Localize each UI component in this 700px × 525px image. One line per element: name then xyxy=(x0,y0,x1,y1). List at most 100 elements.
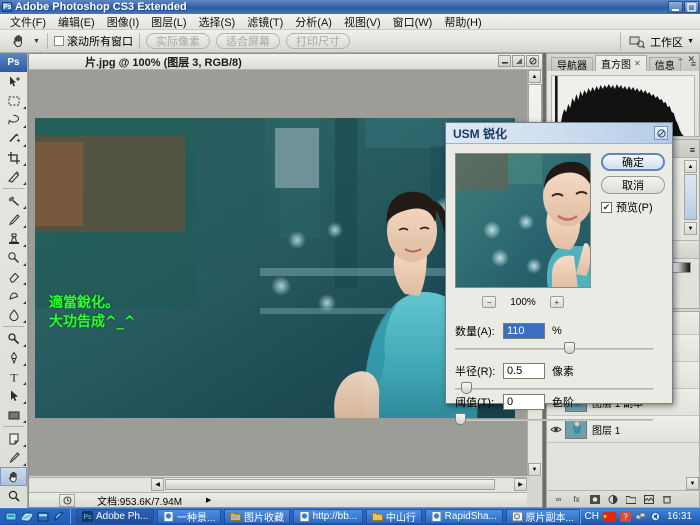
amount-slider[interactable] xyxy=(455,342,653,356)
dodge-tool[interactable] xyxy=(0,329,27,348)
task-pictures-folder[interactable]: 图片收藏 xyxy=(224,509,290,524)
menu-help[interactable]: 帮助(H) xyxy=(438,13,487,31)
panel-menu-icon[interactable]: ≡ xyxy=(690,145,695,155)
clone-stamp-tool[interactable] xyxy=(0,229,27,248)
menu-edit[interactable]: 编辑(E) xyxy=(52,13,101,31)
panel-menu-icon[interactable]: ≡ xyxy=(691,59,696,69)
hand-tool-icon[interactable] xyxy=(6,31,32,51)
pen-tool[interactable] xyxy=(0,348,27,367)
threshold-input[interactable]: 0 xyxy=(503,394,545,410)
delete-layer-icon[interactable] xyxy=(661,494,672,505)
fit-screen-button[interactable]: 适合屏幕 xyxy=(216,33,280,49)
menu-select[interactable]: 选择(S) xyxy=(193,13,242,31)
network-icon[interactable] xyxy=(635,511,646,522)
taskbar-clock[interactable]: 16:31 xyxy=(667,511,692,522)
tab-navigator[interactable]: 导航器 xyxy=(551,57,593,71)
minimize-icon[interactable] xyxy=(668,1,683,13)
close-icon[interactable] xyxy=(526,55,539,67)
task-ie-page-3[interactable]: RapidSha... xyxy=(425,509,503,524)
task-photoshop[interactable]: Ps Adobe Ph... xyxy=(76,509,154,524)
close-icon[interactable]: ✕ xyxy=(634,59,641,68)
minimize-icon[interactable]: – xyxy=(678,54,683,64)
tool-preset-caret-icon[interactable]: ▼ xyxy=(32,31,41,51)
scroll-down-icon[interactable]: ▼ xyxy=(528,463,541,476)
panel-scroll-thumb[interactable] xyxy=(684,174,697,220)
zoom-out-button[interactable]: − xyxy=(482,296,496,308)
rectangle-tool[interactable] xyxy=(0,405,27,424)
task-ie-page-1[interactable]: 一种景... xyxy=(157,509,221,524)
slice-tool[interactable] xyxy=(0,167,27,186)
history-brush-tool[interactable] xyxy=(0,248,27,267)
layer-style-icon[interactable]: fx xyxy=(571,494,582,505)
layer-mask-icon[interactable] xyxy=(589,494,600,505)
workspace-switcher[interactable]: 工作区 ▼ xyxy=(620,32,694,51)
menu-filter[interactable]: 滤镜(T) xyxy=(241,13,289,31)
notes-tool[interactable] xyxy=(0,429,27,448)
magic-wand-tool[interactable] xyxy=(0,129,27,148)
menu-window[interactable]: 窗口(W) xyxy=(387,13,439,31)
preview-checkbox[interactable]: ✔ 预览(P) xyxy=(601,199,665,215)
document-horizontal-scrollbar[interactable]: ◀ ▶ xyxy=(29,477,527,492)
language-indicator[interactable]: CH xyxy=(585,511,599,522)
lasso-tool[interactable] xyxy=(0,110,27,129)
menu-layer[interactable]: 图层(L) xyxy=(145,13,192,31)
usm-dialog-title-bar[interactable]: USM 锐化 xyxy=(446,123,672,144)
link-layers-icon[interactable]: ∞ xyxy=(553,494,564,505)
new-layer-icon[interactable] xyxy=(643,494,654,505)
ok-button[interactable]: 确定 xyxy=(601,153,665,171)
show-desktop-icon[interactable] xyxy=(5,511,17,523)
messenger-icon[interactable] xyxy=(53,511,65,523)
restore-icon[interactable] xyxy=(684,1,699,13)
scroll-down-icon[interactable]: ▼ xyxy=(684,222,697,235)
minimize-icon[interactable] xyxy=(498,55,511,67)
internet-explorer-icon[interactable] xyxy=(21,511,33,523)
move-tool[interactable] xyxy=(0,72,27,91)
healing-brush-tool[interactable] xyxy=(0,191,27,210)
slider-knob[interactable] xyxy=(564,342,575,354)
scroll-all-windows-checkbox[interactable]: 滚动所有窗口 xyxy=(54,33,133,49)
blur-tool[interactable] xyxy=(0,305,27,324)
gradient-tool[interactable] xyxy=(0,286,27,305)
threshold-slider[interactable] xyxy=(455,413,653,427)
path-selection-tool[interactable] xyxy=(0,386,27,405)
actual-pixels-button[interactable]: 实际像素 xyxy=(146,33,210,49)
crop-tool[interactable] xyxy=(0,148,27,167)
marquee-tool[interactable] xyxy=(0,91,27,110)
volume-icon[interactable] xyxy=(650,511,661,522)
status-expand-icon[interactable]: ▶ xyxy=(206,496,211,504)
slider-knob[interactable] xyxy=(455,413,466,425)
horizontal-scroll-thumb[interactable] xyxy=(165,479,495,490)
close-icon[interactable] xyxy=(654,126,668,140)
zoom-in-button[interactable]: + xyxy=(550,296,564,308)
menu-file[interactable]: 文件(F) xyxy=(4,13,52,31)
task-ie-page-2[interactable]: http://bb... xyxy=(293,509,363,524)
task-image-preview[interactable]: 原片副本... xyxy=(506,509,580,524)
eyedropper-tool[interactable] xyxy=(0,448,27,467)
help-icon[interactable]: ? xyxy=(620,511,631,522)
new-group-icon[interactable] xyxy=(625,494,636,505)
flag-icon[interactable] xyxy=(603,512,616,522)
brush-tool[interactable] xyxy=(0,210,27,229)
scroll-left-icon[interactable]: ◀ xyxy=(151,478,164,491)
tab-histogram[interactable]: 直方图 ✕ xyxy=(595,55,647,71)
cancel-button[interactable]: 取消 xyxy=(601,176,665,194)
radius-input[interactable]: 0.5 xyxy=(503,363,545,379)
scroll-up-icon[interactable]: ▲ xyxy=(684,160,697,173)
tab-info[interactable]: 信息 xyxy=(649,57,681,71)
adjustment-layer-icon[interactable] xyxy=(607,494,618,505)
eraser-tool[interactable] xyxy=(0,267,27,286)
menu-view[interactable]: 视图(V) xyxy=(338,13,387,31)
menu-image[interactable]: 图像(I) xyxy=(101,13,145,31)
scroll-down-icon[interactable]: ▼ xyxy=(686,477,699,490)
amount-input[interactable]: 110 xyxy=(503,323,545,339)
usm-preview-image[interactable] xyxy=(455,153,591,288)
restore-icon[interactable] xyxy=(512,55,525,67)
menu-analysis[interactable]: 分析(A) xyxy=(289,13,338,31)
print-size-button[interactable]: 打印尺寸 xyxy=(286,33,350,49)
hand-tool[interactable] xyxy=(0,467,27,486)
scroll-up-icon[interactable]: ▲ xyxy=(528,70,541,83)
type-tool[interactable]: T xyxy=(0,367,27,386)
task-folder[interactable]: 中山行 xyxy=(366,509,422,524)
scroll-right-icon[interactable]: ▶ xyxy=(514,478,527,491)
media-player-icon[interactable] xyxy=(37,511,49,523)
